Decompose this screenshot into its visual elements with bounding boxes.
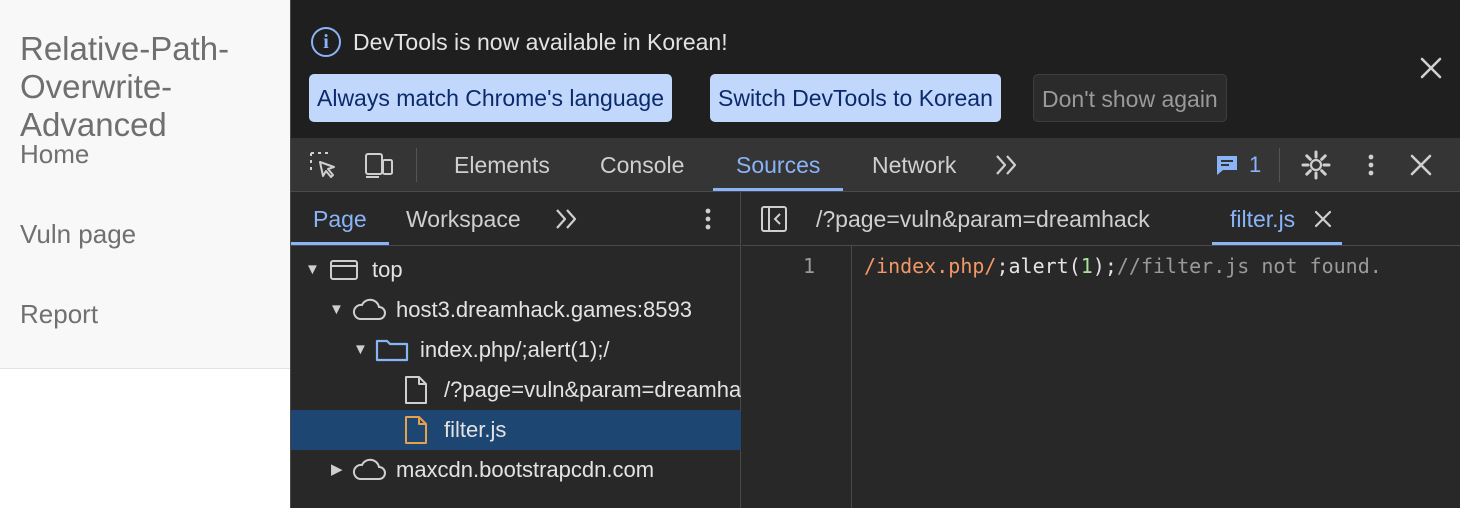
web-page: Relative-Path-Overwrite-Advanced Home Vu… xyxy=(0,0,290,508)
code-token-text: ); xyxy=(1092,254,1117,278)
main-toolbar: Elements Console Sources Network 1 xyxy=(291,138,1460,192)
tree-label: maxcdn.bootstrapcdn.com xyxy=(396,457,655,482)
collapse-triangle-icon[interactable]: ▶ xyxy=(331,450,343,490)
file-icon xyxy=(405,376,427,404)
more-tabs-chevron-icon[interactable] xyxy=(991,149,1023,181)
toolbar-divider xyxy=(416,148,417,182)
always-match-language-button[interactable]: Always match Chrome's language xyxy=(309,74,672,122)
code-token-string: /index.php/ xyxy=(864,254,997,278)
editor-tab-page[interactable]: /?page=vuln&param=dreamhack xyxy=(816,192,1150,245)
toolbar-divider xyxy=(1279,148,1280,182)
issues-count[interactable]: 1 xyxy=(1249,151,1261,179)
editor-tabs: /?page=vuln&param=dreamhack filter.js xyxy=(742,192,1460,246)
expand-triangle-icon[interactable]: ▼ xyxy=(353,330,368,370)
more-options-vertical-icon[interactable] xyxy=(1355,149,1387,181)
sources-navigator: Page Workspace ▼ top ▼ host3.dreamhack.g… xyxy=(291,192,741,508)
inspect-element-icon[interactable] xyxy=(307,149,339,181)
tree-label: host3.dreamhack.games:8593 xyxy=(396,297,692,322)
code-line[interactable]: /index.php/;alert(1);//filter.js not fou… xyxy=(864,254,1382,278)
nav-link-vuln-page[interactable]: Vuln page xyxy=(20,219,136,249)
dont-show-again-button[interactable]: Don't show again xyxy=(1033,74,1227,122)
editor-tab-label: filter.js xyxy=(1230,206,1296,232)
tree-item-file-page[interactable]: /?page=vuln&param=dreamhack xyxy=(291,370,741,410)
tab-sources[interactable]: Sources xyxy=(713,138,844,191)
tab-console[interactable]: Console xyxy=(600,138,684,191)
nav-link-home[interactable]: Home xyxy=(20,139,89,169)
line-gutter: 1 xyxy=(742,246,852,508)
tree-item-host[interactable]: ▼ host3.dreamhack.games:8593 xyxy=(291,290,741,330)
message-issues-icon[interactable] xyxy=(1211,149,1243,181)
source-editor: /?page=vuln&param=dreamhack filter.js 1 … xyxy=(742,192,1460,508)
close-tab-icon[interactable] xyxy=(1310,206,1336,232)
navigator-tabs: Page Workspace xyxy=(291,192,741,246)
infobar-message: DevTools is now available in Korean! xyxy=(353,29,728,55)
gear-icon[interactable] xyxy=(1300,149,1332,181)
page-navbar: Relative-Path-Overwrite-Advanced Home Vu… xyxy=(0,0,290,369)
code-token-comment: //filter.js not found. xyxy=(1116,254,1382,278)
tree-label: /?page=vuln&param=dreamhack xyxy=(444,377,741,402)
line-number: 1 xyxy=(802,254,815,278)
frame-icon xyxy=(330,260,358,280)
switch-to-korean-button[interactable]: Switch DevTools to Korean xyxy=(710,74,1001,122)
expand-triangle-icon[interactable]: ▼ xyxy=(329,290,344,330)
tab-workspace[interactable]: Workspace xyxy=(406,192,521,245)
close-icon[interactable] xyxy=(1415,52,1447,84)
code-token-text: ;alert( xyxy=(996,254,1081,278)
cloud-icon xyxy=(352,298,386,320)
tree-item-file-filterjs[interactable]: filter.js xyxy=(291,410,741,450)
tree-item-cdn[interactable]: ▶ maxcdn.bootstrapcdn.com xyxy=(291,450,741,490)
site-title[interactable]: Relative-Path-Overwrite-Advanced xyxy=(20,30,280,144)
language-infobar: i DevTools is now available in Korean! A… xyxy=(291,0,1460,138)
nav-link-report[interactable]: Report xyxy=(20,299,98,329)
code-token-number: 1 xyxy=(1080,254,1093,278)
expand-triangle-icon[interactable]: ▼ xyxy=(305,250,320,290)
tab-elements[interactable]: Elements xyxy=(454,138,550,191)
tree-label: top xyxy=(372,257,403,282)
tree-label: index.php/;alert(1);/ xyxy=(420,337,610,362)
devtools-panel: i DevTools is now available in Korean! A… xyxy=(290,0,1460,508)
js-file-icon xyxy=(405,416,427,444)
device-toolbar-icon[interactable] xyxy=(363,149,395,181)
info-icon: i xyxy=(311,27,341,57)
toggle-navigator-icon[interactable] xyxy=(758,203,790,235)
tree-label: filter.js xyxy=(444,417,507,442)
cloud-icon xyxy=(352,458,386,480)
tab-page[interactable]: Page xyxy=(291,192,389,245)
tree-item-top[interactable]: ▼ top xyxy=(291,250,741,290)
folder-icon xyxy=(375,339,409,362)
close-devtools-icon[interactable] xyxy=(1405,149,1437,181)
tab-network[interactable]: Network xyxy=(872,138,956,191)
navigator-menu-icon[interactable] xyxy=(692,203,724,235)
tree-item-folder[interactable]: ▼ index.php/;alert(1);/ xyxy=(291,330,741,370)
more-tabs-chevron-icon[interactable] xyxy=(551,203,583,235)
